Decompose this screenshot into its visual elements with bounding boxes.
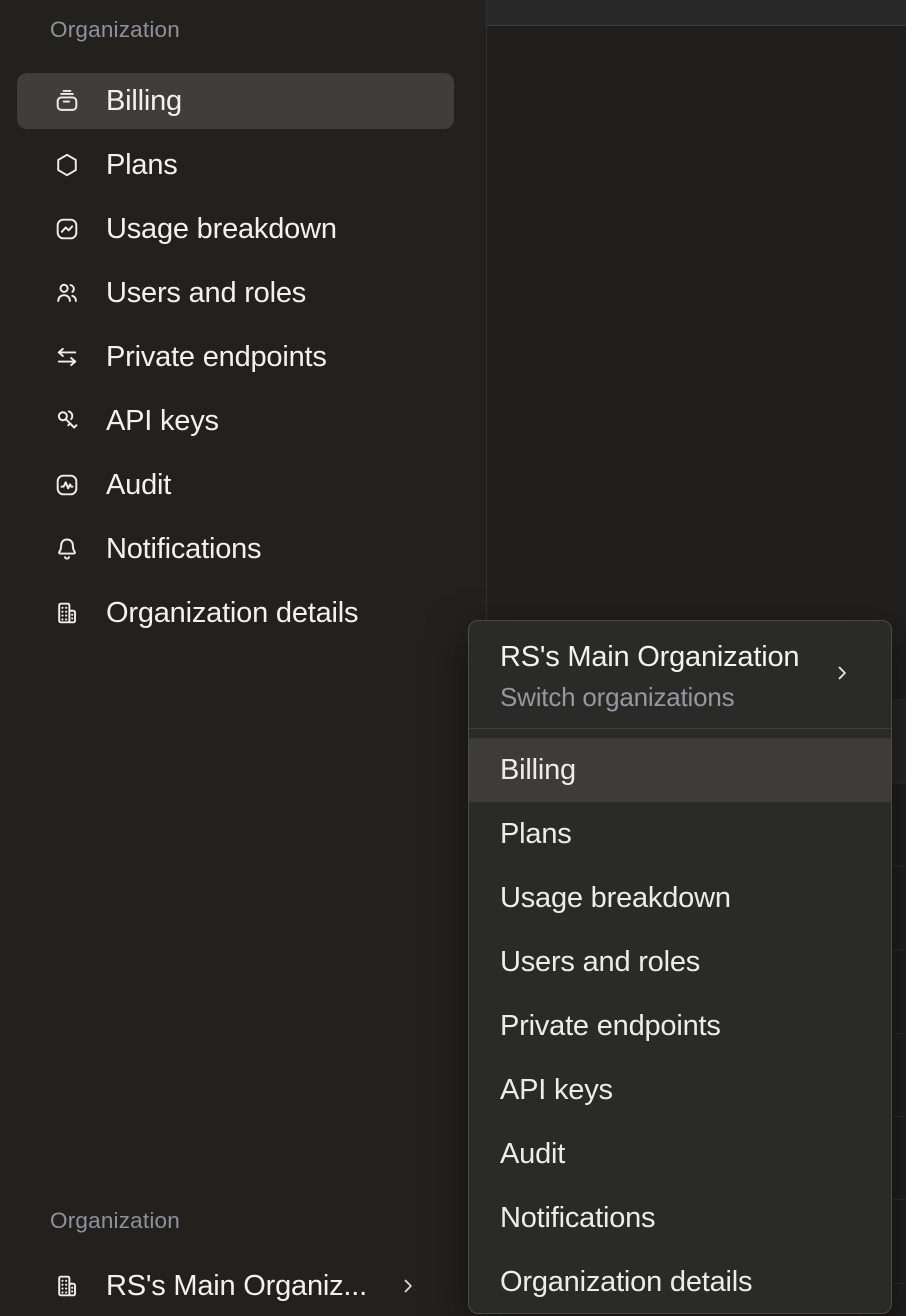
org-menu-title: RS's Main Organization	[500, 638, 827, 676]
organization-switcher[interactable]: RS's Main Organiz...	[17, 1258, 454, 1314]
sidebar-item-label: Users and roles	[106, 276, 306, 310]
sidebar-item-label: Usage breakdown	[106, 212, 337, 246]
sidebar-item-usage-breakdown[interactable]: Usage breakdown	[17, 201, 454, 257]
org-menu-item-plans[interactable]: Plans	[469, 802, 891, 866]
sidebar-item-label: Private endpoints	[106, 340, 327, 374]
content-row-divider	[892, 783, 906, 784]
content-topbar	[487, 0, 906, 26]
sidebar-section-label: Organization	[50, 16, 180, 44]
sidebar-item-users-and-roles[interactable]: Users and roles	[17, 265, 454, 321]
sidebar-item-billing[interactable]: Billing	[17, 73, 454, 129]
chevron-right-icon	[398, 1276, 418, 1296]
org-menu-header[interactable]: RS's Main Organization Switch organizati…	[469, 621, 891, 729]
org-menu-item-usage-breakdown[interactable]: Usage breakdown	[469, 866, 891, 930]
org-menu-item-api-keys[interactable]: API keys	[469, 1058, 891, 1122]
org-menu-item-billing[interactable]: Billing	[469, 738, 891, 802]
sidebar-item-organization-details[interactable]: Organization details	[17, 585, 454, 641]
sidebar-footer-section-label: Organization	[50, 1207, 180, 1235]
content-row-divider	[892, 1033, 906, 1034]
usage-breakdown-icon	[54, 216, 80, 242]
sidebar-item-label: API keys	[106, 404, 219, 438]
audit-pulse-icon	[54, 472, 80, 498]
sidebar-item-plans[interactable]: Plans	[17, 137, 454, 193]
content-row-divider	[892, 1199, 906, 1200]
org-menu-item-users-and-roles[interactable]: Users and roles	[469, 930, 891, 994]
users-icon	[54, 280, 80, 306]
sidebar-item-label: Billing	[106, 84, 182, 118]
content-row-highlight	[892, 700, 906, 783]
sidebar-item-label: Audit	[106, 468, 171, 502]
sidebar-item-private-endpoints[interactable]: Private endpoints	[17, 329, 454, 385]
content-row-divider	[892, 1116, 906, 1117]
swap-arrows-icon	[54, 344, 80, 370]
billing-icon	[54, 88, 80, 114]
content-row-divider	[892, 699, 906, 700]
content-row-divider	[892, 949, 906, 950]
sidebar-item-notifications[interactable]: Notifications	[17, 521, 454, 577]
content-row-divider	[892, 866, 906, 867]
org-menu-list: Billing Plans Usage breakdown Users and …	[469, 729, 891, 1314]
bell-icon	[54, 536, 80, 562]
api-keys-icon	[54, 408, 80, 434]
sidebar-item-audit[interactable]: Audit	[17, 457, 454, 513]
building-icon	[54, 1273, 80, 1299]
sidebar-item-label: Organization details	[106, 596, 358, 630]
switch-organizations-label: Switch organizations	[500, 681, 827, 713]
sidebar-item-api-keys[interactable]: API keys	[17, 393, 454, 449]
org-menu-item-notifications[interactable]: Notifications	[469, 1186, 891, 1250]
org-menu-item-audit[interactable]: Audit	[469, 1122, 891, 1186]
sidebar-item-label: Plans	[106, 148, 178, 182]
plans-icon	[54, 152, 80, 178]
org-menu-item-organization-details[interactable]: Organization details	[469, 1250, 891, 1314]
org-menu-item-private-endpoints[interactable]: Private endpoints	[469, 994, 891, 1058]
sidebar-item-label: Notifications	[106, 532, 261, 566]
content-row-divider	[892, 1283, 906, 1284]
organization-menu: RS's Main Organization Switch organizati…	[468, 620, 892, 1314]
settings-sidebar: Organization Billing Plans Usage breakdo…	[0, 0, 487, 1316]
chevron-right-icon	[832, 663, 852, 683]
current-organization-name: RS's Main Organiz...	[106, 1269, 367, 1303]
building-icon	[54, 600, 80, 626]
